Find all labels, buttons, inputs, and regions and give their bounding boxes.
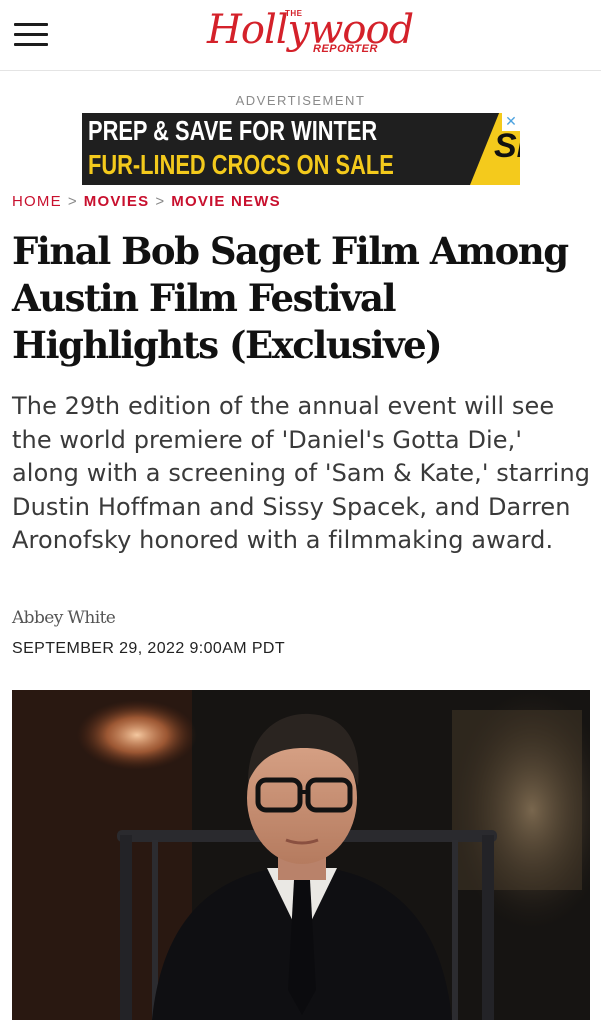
breadcrumb-movies[interactable]: MOVIES xyxy=(84,193,150,210)
publish-date: SEPTEMBER 29, 2022 9:00AM PDT xyxy=(12,640,286,657)
author-byline[interactable]: Abbey White xyxy=(12,608,116,628)
site-header: Hollywood THE REPORTER xyxy=(0,0,601,71)
article-headline: Final Bob Saget Film Among Austin Film F… xyxy=(12,229,569,367)
article-hero-image xyxy=(12,690,590,1020)
article-dek: The 29th edition of the annual event wil… xyxy=(12,392,591,554)
hamburger-menu-icon[interactable] xyxy=(14,20,50,48)
site-logo[interactable]: Hollywood THE REPORTER xyxy=(205,4,414,64)
advertisement-label: ADVERTISEMENT xyxy=(235,93,366,108)
breadcrumb-separator: > xyxy=(67,193,78,210)
breadcrumb-separator: > xyxy=(155,193,166,210)
ad-headline-line2: FUR-LINED CROCS ON SALE xyxy=(88,149,394,180)
hero-image-illustration xyxy=(12,690,590,1020)
ad-headline-line1: PREP & SAVE FOR WINTER xyxy=(88,115,378,146)
logo-reporter: REPORTER xyxy=(313,43,378,55)
ad-banner[interactable]: PREP & SAVE FOR WINTER FUR-LINED CROCS O… xyxy=(82,113,520,185)
breadcrumb-movie-news[interactable]: MOVIE NEWS xyxy=(171,193,281,210)
logo-the: THE xyxy=(285,9,303,18)
breadcrumb: HOME > MOVIES > MOVIE NEWS xyxy=(12,193,281,210)
ad-brand-logo: SPY xyxy=(494,127,520,165)
logo-script: Hollywood xyxy=(207,7,414,53)
ad-close-icon[interactable]: ✕ xyxy=(502,113,520,131)
breadcrumb-home[interactable]: HOME xyxy=(12,193,62,210)
